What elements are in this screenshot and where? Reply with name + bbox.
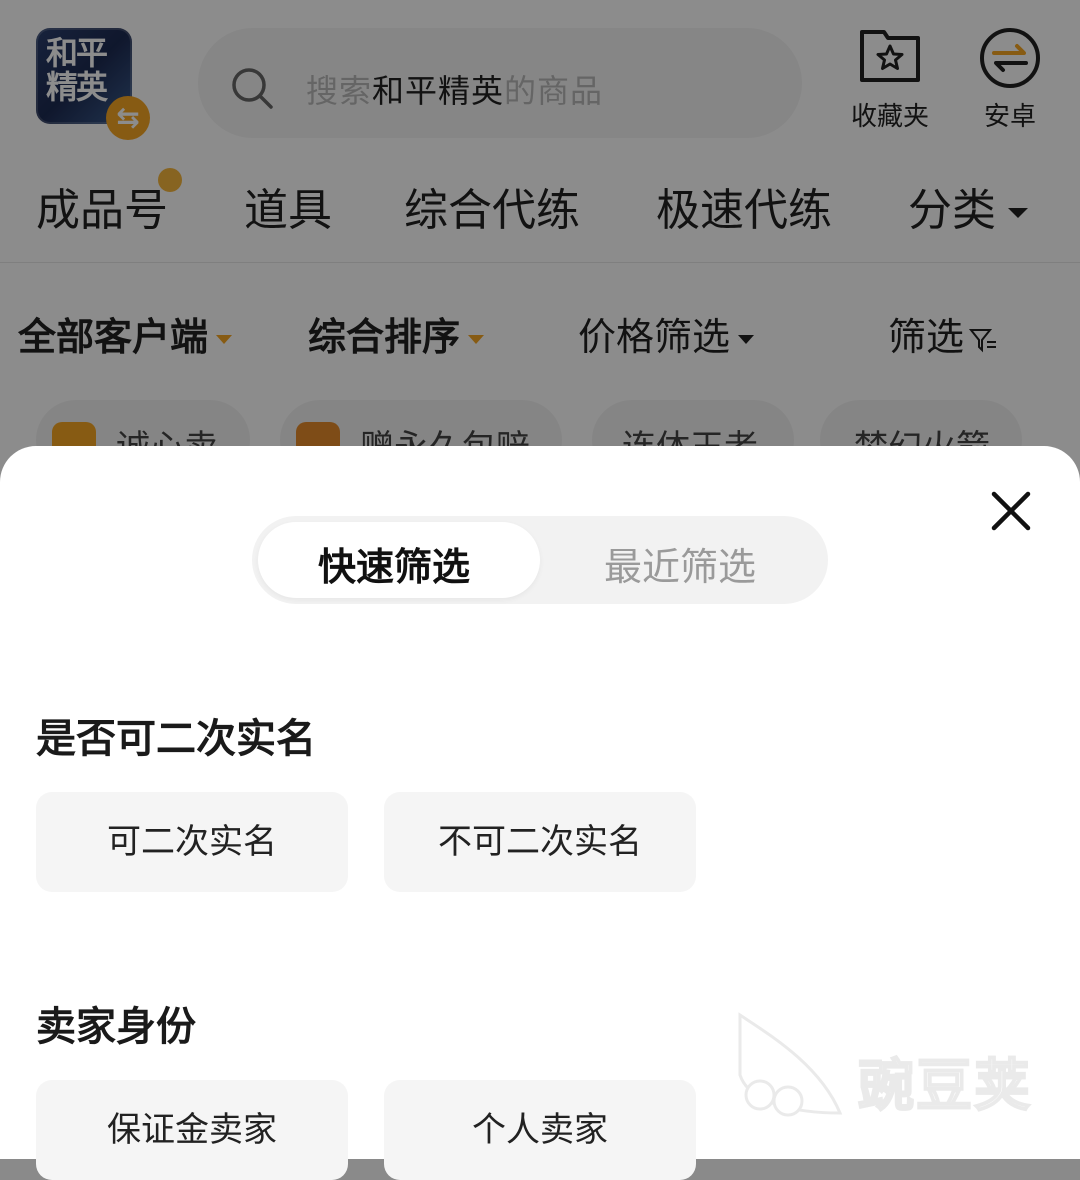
option-individual-seller[interactable]: 个人卖家 xyxy=(384,1080,696,1180)
watermark: 豌豆荚 xyxy=(730,1005,1050,1135)
tab-recent-filter-label[interactable]: 最近筛选 xyxy=(604,536,756,591)
option-deposit-seller[interactable]: 保证金卖家 xyxy=(36,1080,348,1180)
pea-pod-logo xyxy=(738,1012,843,1117)
watermark-text: 豌豆荚 xyxy=(857,1053,1032,1120)
option-realname-no[interactable]: 不可二次实名 xyxy=(384,792,696,892)
section-title-realname: 是否可二次实名 xyxy=(36,716,316,762)
section-title-seller: 卖家身份 xyxy=(36,1004,196,1050)
filter-mode-toggle: 快速筛选 最近筛选 xyxy=(252,516,828,604)
option-realname-yes[interactable]: 可二次实名 xyxy=(36,792,348,892)
close-icon[interactable] xyxy=(986,486,1036,536)
tab-quick-filter-label[interactable]: 快速筛选 xyxy=(318,536,470,591)
